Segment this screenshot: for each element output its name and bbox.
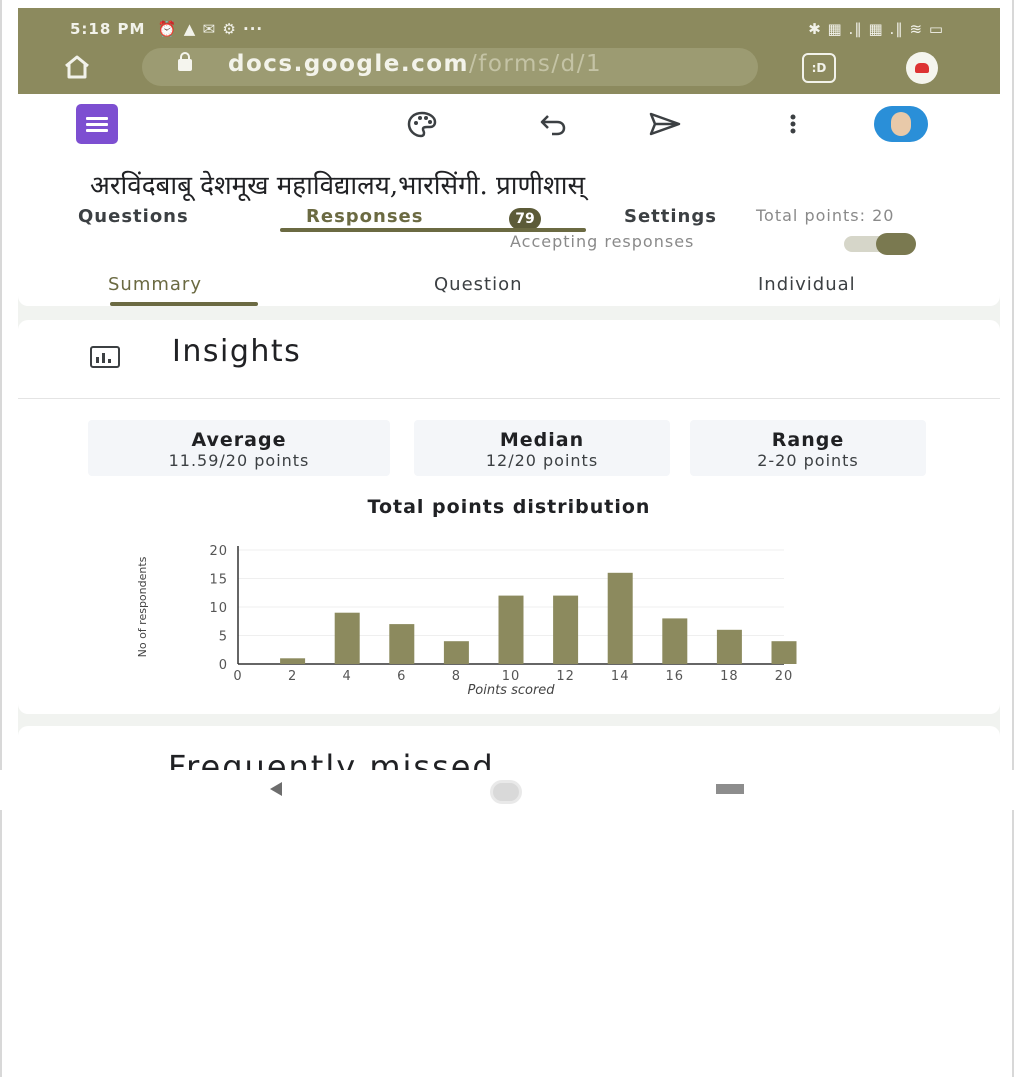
lock-icon <box>178 52 192 71</box>
stat-range-label: Range <box>771 429 845 451</box>
stat-median-label: Median <box>499 429 585 451</box>
stat-median-value: 12/20 points <box>485 451 599 470</box>
subtab-active-indicator <box>110 302 258 306</box>
insights-icon <box>90 346 120 368</box>
chart-bar <box>389 624 415 664</box>
chart-title: Total points distribution <box>367 496 651 518</box>
y-tick-label: 20 <box>209 544 228 559</box>
tab-switcher-button[interactable]: :D <box>802 53 836 83</box>
chart-bar <box>553 595 579 664</box>
phone-screen: 5:18 PM ⏰ ▲ ✉ ⚙ ··· ✱ ▦ .∥ ▦ .∥ ≋ ▭ docs… <box>18 8 1000 770</box>
url-text: docs.google.com/forms/d/1 <box>228 51 602 77</box>
insights-title: Insights <box>172 334 302 369</box>
chart-bar <box>716 629 742 664</box>
palette-icon[interactable] <box>406 110 438 140</box>
stat-range-value: 2-20 points <box>757 451 859 470</box>
subtab-question[interactable]: Question <box>434 274 523 295</box>
y-tick-label: 10 <box>209 601 228 616</box>
x-tick-label: 10 <box>502 669 521 684</box>
android-nav-bar <box>0 770 1014 810</box>
stat-average-label: Average <box>191 429 287 451</box>
x-tick-label: 2 <box>288 669 297 684</box>
y-tick-label: 15 <box>209 573 228 588</box>
points-distribution-chart: 0 5 10 15 20 0 2 4 6 8 10 12 14 16 18 20 Points scored No… <box>136 544 797 698</box>
subtab-individual[interactable]: Individual <box>758 274 856 295</box>
undo-icon[interactable] <box>538 110 568 138</box>
tab-questions[interactable]: Questions <box>78 206 189 227</box>
chart-bar <box>498 595 524 664</box>
x-tick-label: 6 <box>397 669 406 684</box>
y-tick-label: 0 <box>219 658 228 673</box>
subtab-summary[interactable]: Summary <box>108 274 202 295</box>
more-vert-icon[interactable] <box>788 110 798 138</box>
chart-bar <box>280 658 306 664</box>
x-tick-label: 12 <box>556 669 575 684</box>
stat-range: Range 2-20 points <box>690 420 926 476</box>
chart-bar <box>334 612 360 664</box>
insights-card: Insights Average 11.59/20 points Median … <box>18 320 1000 714</box>
frequently-missed-card: Frequently missed <box>18 726 1000 770</box>
status-left-icons: ⏰ ▲ ✉ ⚙ ··· <box>157 20 264 38</box>
tab-settings[interactable]: Settings <box>624 206 717 227</box>
x-tick-label: 8 <box>452 669 461 684</box>
stat-average: Average 11.59/20 points <box>88 420 390 476</box>
chart-bar <box>771 641 797 664</box>
url-path: /forms/d/1 <box>468 51 603 77</box>
url-host: docs.google.com <box>228 51 469 77</box>
x-axis-label: Points scored <box>467 683 555 698</box>
y-tick-label: 5 <box>219 630 228 645</box>
stat-average-value: 11.59/20 points <box>168 451 310 470</box>
send-icon[interactable] <box>648 110 682 138</box>
x-tick-label: 14 <box>611 669 630 684</box>
stat-median: Median 12/20 points <box>414 420 670 476</box>
nav-recents-icon[interactable] <box>716 784 744 794</box>
accepting-responses-toggle[interactable] <box>844 233 916 255</box>
x-tick-label: 4 <box>343 669 352 684</box>
responses-summary-card: Accepting responses Summary Question Ind… <box>18 232 1000 306</box>
insights-divider <box>18 398 1000 399</box>
total-points: Total points: 20 <box>756 206 895 225</box>
form-title: अरविंदबाबू देशमूख महाविद्यालय,भारसिंगी. … <box>90 171 586 201</box>
account-avatar[interactable] <box>874 106 928 142</box>
google-forms-logo-icon[interactable] <box>76 104 118 144</box>
x-tick-label: 20 <box>775 669 794 684</box>
nav-back-icon[interactable] <box>270 782 282 796</box>
browser-extension-icon[interactable] <box>906 52 938 84</box>
browser-top-bar: 5:18 PM ⏰ ▲ ✉ ⚙ ··· ✱ ▦ .∥ ▦ .∥ ≋ ▭ docs… <box>18 8 1000 94</box>
x-tick-label: 18 <box>720 669 739 684</box>
x-tick-label: 16 <box>666 669 685 684</box>
chart-bar <box>443 641 469 664</box>
response-count-badge: 79 <box>509 208 541 230</box>
nav-home-icon[interactable] <box>490 780 522 804</box>
url-bar[interactable]: docs.google.com/forms/d/1 <box>142 48 758 86</box>
accepting-responses-label: Accepting responses <box>510 232 695 251</box>
status-time: 5:18 PM ⏰ ▲ ✉ ⚙ ··· <box>70 20 264 38</box>
home-icon[interactable] <box>62 52 92 82</box>
y-axis-label: No of respondents <box>136 556 149 657</box>
chart-bar <box>662 618 688 664</box>
chart-bar <box>607 572 633 664</box>
tab-responses[interactable]: Responses <box>306 206 423 227</box>
frequently-missed-title: Frequently missed <box>168 748 495 770</box>
status-right-icons: ✱ ▦ .∥ ▦ .∥ ≋ ▭ <box>808 20 944 38</box>
x-tick-label: 0 <box>233 669 242 684</box>
